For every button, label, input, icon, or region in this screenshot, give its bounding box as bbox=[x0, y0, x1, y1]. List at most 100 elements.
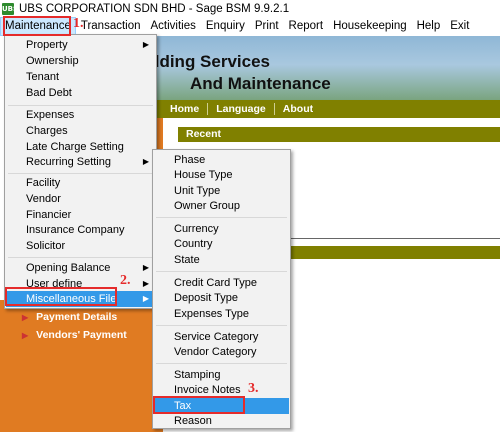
menu-item-currency[interactable]: Currency bbox=[154, 221, 289, 237]
menu-housekeeping[interactable]: Housekeeping bbox=[328, 17, 412, 36]
menu-item-label: Deposit Type bbox=[174, 292, 239, 304]
miscellaneous-file-menu: Phase House Type Unit Type Owner Group C… bbox=[152, 149, 291, 429]
submenu-arrow-icon: ▶ bbox=[142, 157, 149, 166]
menu-item-label: Opening Balance bbox=[26, 262, 111, 274]
menu-item-property[interactable]: Property ▶ bbox=[6, 37, 155, 53]
annotation-step-2: 2. bbox=[120, 273, 131, 288]
submenu-arrow-icon: ▶ bbox=[142, 263, 149, 272]
menu-separator bbox=[156, 363, 287, 364]
menu-item-label: Vendor Category bbox=[174, 346, 257, 358]
triangle-right-icon: ▶ bbox=[22, 331, 29, 340]
menu-item-label: Tenant bbox=[26, 71, 60, 83]
menu-report[interactable]: Report bbox=[284, 17, 329, 36]
section-bar bbox=[288, 246, 500, 259]
menu-item-label: Reason bbox=[174, 415, 212, 427]
menu-item-credit-card-type[interactable]: Credit Card Type bbox=[154, 275, 289, 291]
annotation-step-1: 1. bbox=[73, 16, 84, 31]
menu-item-state[interactable]: State bbox=[154, 252, 289, 268]
menu-item-service-category[interactable]: Service Category bbox=[154, 329, 289, 345]
menu-item-house-type[interactable]: House Type bbox=[154, 167, 289, 183]
left-panel: ▶ Payment Details ▶ Vendors' Payment bbox=[0, 300, 163, 432]
menu-item-label: Currency bbox=[174, 223, 219, 235]
menu-item-owner-group[interactable]: Owner Group bbox=[154, 198, 289, 214]
nav-bar: Home Language About bbox=[150, 100, 500, 118]
menu-item-label: Recurring Setting bbox=[26, 156, 111, 168]
annotation-step-3: 3. bbox=[248, 381, 259, 396]
menu-item-label: House Type bbox=[174, 169, 233, 181]
ubs-app-icon: UBS bbox=[2, 2, 19, 15]
menu-item-bad-debt[interactable]: Bad Debt bbox=[6, 85, 155, 101]
menu-item-label: Expenses bbox=[26, 109, 75, 121]
menu-item-country[interactable]: Country bbox=[154, 236, 289, 252]
menu-separator bbox=[156, 217, 287, 218]
window-title: UBS CORPORATION SDN BHD - Sage BSM 9.9.2… bbox=[19, 2, 290, 15]
menu-item-deposit-type[interactable]: Deposit Type bbox=[154, 290, 289, 306]
menu-item-stamping[interactable]: Stamping bbox=[154, 367, 289, 383]
banner-line-2: And Maintenance bbox=[190, 74, 331, 93]
title-bar: UBS UBS CORPORATION SDN BHD - Sage BSM 9… bbox=[0, 0, 500, 17]
submenu-arrow-icon: ▶ bbox=[142, 279, 149, 288]
menu-item-label: Service Category bbox=[174, 331, 259, 343]
menu-item-ownership[interactable]: Ownership bbox=[6, 53, 155, 69]
menu-item-label: Stamping bbox=[174, 369, 221, 381]
menu-item-expenses-type[interactable]: Expenses Type bbox=[154, 306, 289, 322]
menu-item-solicitor[interactable]: Solicitor bbox=[6, 238, 155, 254]
banner: ilding Services And Maintenance bbox=[150, 36, 500, 100]
menu-separator bbox=[8, 105, 153, 106]
left-panel-item[interactable]: ▶ Payment Details bbox=[22, 311, 117, 323]
menu-item-reason[interactable]: Reason bbox=[154, 413, 289, 429]
nav-home[interactable]: Home bbox=[162, 103, 209, 115]
menu-item-label: Owner Group bbox=[174, 200, 241, 212]
menu-item-recurring-setting[interactable]: Recurring Setting ▶ bbox=[6, 154, 155, 170]
menu-item-label: State bbox=[174, 254, 200, 266]
menu-item-label: Credit Card Type bbox=[174, 277, 257, 289]
menu-separator bbox=[156, 325, 287, 326]
menu-item-insurance-company[interactable]: Insurance Company bbox=[6, 222, 155, 238]
menu-item-label: Insurance Company bbox=[26, 224, 125, 236]
maintenance-menu: Property ▶ Ownership Tenant Bad Debt Expe… bbox=[4, 34, 157, 309]
submenu-arrow-icon: ▶ bbox=[142, 40, 149, 49]
menu-item-tenant[interactable]: Tenant bbox=[6, 69, 155, 85]
menu-item-label: Phase bbox=[174, 154, 206, 166]
annotation-box-maintenance bbox=[3, 16, 71, 36]
annotation-box-miscellaneous-file bbox=[5, 287, 117, 306]
menu-item-late-charge-setting[interactable]: Late Charge Setting bbox=[6, 139, 155, 155]
submenu-arrow-icon: ▶ bbox=[142, 294, 149, 303]
menu-item-label: Bad Debt bbox=[26, 87, 72, 99]
menu-item-vendor-category[interactable]: Vendor Category bbox=[154, 344, 289, 360]
menu-item-label: Vendor bbox=[26, 193, 61, 205]
menu-item-label: Charges bbox=[26, 125, 68, 137]
menu-help[interactable]: Help bbox=[412, 17, 446, 36]
menu-item-label: Late Charge Setting bbox=[26, 141, 124, 153]
menu-item-label: Expenses Type bbox=[174, 308, 250, 320]
menu-item-label: Country bbox=[174, 238, 213, 250]
banner-line-1: ilding Services bbox=[150, 52, 270, 71]
divider bbox=[288, 238, 500, 239]
menu-item-financier[interactable]: Financier bbox=[6, 207, 155, 223]
menu-item-facility[interactable]: Facility bbox=[6, 175, 155, 191]
menu-exit[interactable]: Exit bbox=[445, 17, 474, 36]
annotation-box-tax bbox=[153, 396, 245, 414]
menu-item-label: Unit Type bbox=[174, 185, 221, 197]
menu-item-phase[interactable]: Phase bbox=[154, 152, 289, 168]
menu-separator bbox=[8, 257, 153, 258]
menu-item-label: Financier bbox=[26, 209, 72, 221]
menu-item-charges[interactable]: Charges bbox=[6, 123, 155, 139]
menu-item-unit-type[interactable]: Unit Type bbox=[154, 183, 289, 199]
menu-item-label: Property bbox=[26, 39, 68, 51]
left-panel-item[interactable]: ▶ Vendors' Payment bbox=[22, 329, 127, 341]
menu-item-vendor[interactable]: Vendor bbox=[6, 191, 155, 207]
menu-enquiry[interactable]: Enquiry bbox=[201, 17, 250, 36]
menu-item-label: Ownership bbox=[26, 55, 79, 67]
menu-item-label: Invoice Notes bbox=[174, 384, 241, 396]
menu-item-label: Solicitor bbox=[26, 240, 66, 252]
menu-item-expenses[interactable]: Expenses bbox=[6, 107, 155, 123]
nav-language[interactable]: Language bbox=[208, 103, 275, 115]
nav-about[interactable]: About bbox=[275, 103, 321, 115]
menu-separator bbox=[156, 271, 287, 272]
menu-print[interactable]: Print bbox=[250, 17, 284, 36]
menu-item-opening-balance[interactable]: Opening Balance ▶ bbox=[6, 260, 155, 276]
left-panel-item-label: Payment Details bbox=[36, 311, 118, 323]
left-panel-item-label: Vendors' Payment bbox=[36, 329, 127, 341]
menu-item-label: Facility bbox=[26, 177, 61, 189]
